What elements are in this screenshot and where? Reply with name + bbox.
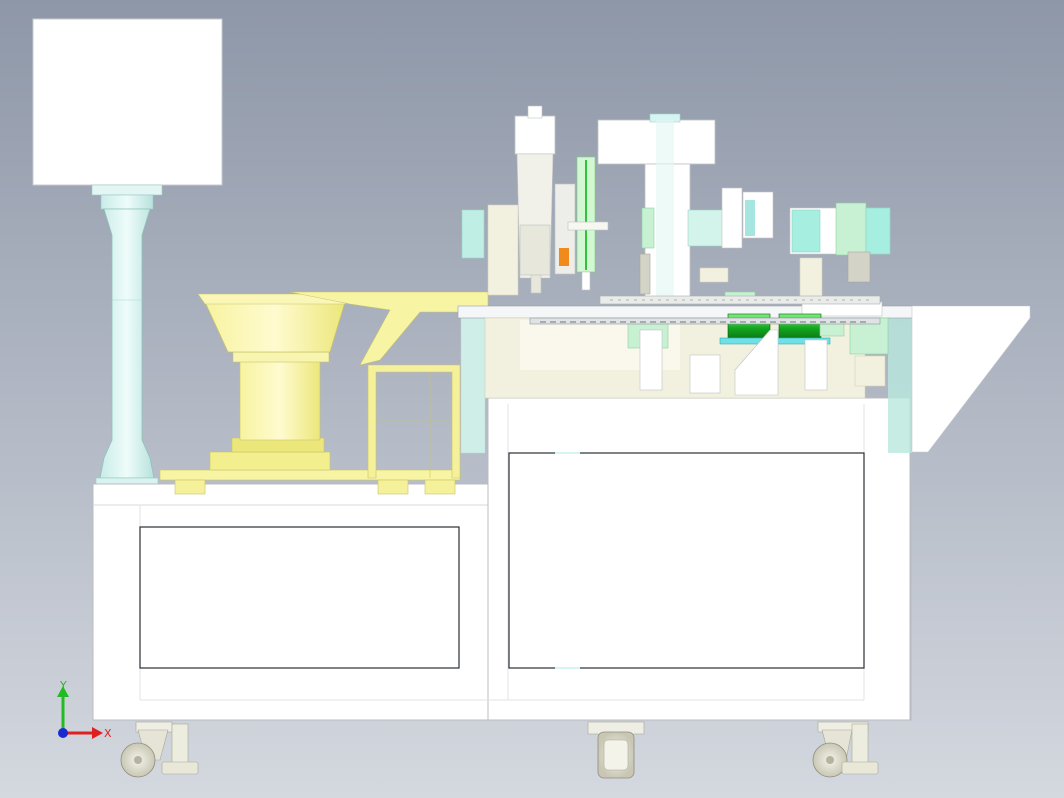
x-axis-label: X	[104, 727, 112, 740]
status-lamp	[559, 248, 569, 266]
y-axis-label: Y	[59, 679, 67, 692]
cabinet-door-left[interactable]	[139, 526, 460, 669]
cabinet-door-right[interactable]	[508, 452, 865, 669]
z-axis-origin	[58, 728, 68, 738]
cad-viewport[interactable]: Y X	[0, 0, 1064, 798]
caster-right[interactable]	[812, 721, 879, 778]
machine-model-view[interactable]: Y X	[0, 0, 1064, 798]
control-monitor[interactable]	[32, 18, 223, 186]
